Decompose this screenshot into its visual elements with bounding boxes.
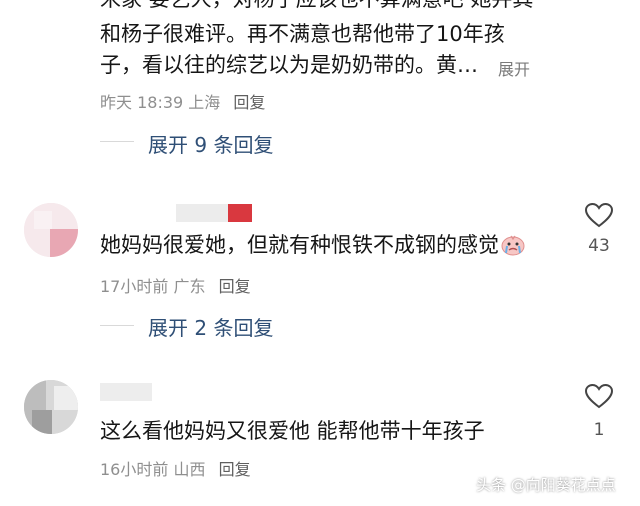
avatar-image-icon — [24, 380, 78, 434]
comment-text-line: 子，看以往的综艺以为是奶奶带的。黄… — [100, 53, 478, 77]
show-more-link[interactable]: 展开 — [498, 56, 530, 80]
divider — [100, 141, 134, 142]
like-heart-icon[interactable] — [584, 383, 614, 413]
comment-meta: 17小时前 广东 回复 — [100, 273, 251, 297]
comment-meta: 昨天 18:39 上海 回复 — [100, 89, 265, 113]
crying-face-icon — [501, 234, 525, 263]
comment-location: 山西 — [173, 460, 206, 479]
username-blurred[interactable] — [100, 383, 152, 401]
reply-button[interactable]: 回复 — [219, 277, 251, 296]
comment-meta: 16小时前 山西 回复 — [100, 456, 251, 480]
avatar-image-icon — [24, 203, 78, 257]
like-heart-icon[interactable] — [584, 202, 614, 232]
watermark: 头条 @向阳葵花点点 — [476, 476, 616, 494]
comment-time: 17小时前 — [100, 277, 169, 296]
comment-time: 16小时前 — [100, 460, 169, 479]
divider — [100, 325, 134, 326]
comment-text-partial: 米家 要艺人，对杨子应该也不算满意吧 她并其 — [100, 0, 533, 13]
expand-replies-button[interactable]: 展开 2 条回复 — [148, 312, 273, 341]
expand-replies-button[interactable]: 展开 9 条回复 — [148, 129, 273, 158]
avatar[interactable] — [24, 380, 78, 434]
comment-text-line: 和杨子很难评。再不满意也帮他带了10年孩 — [100, 22, 505, 46]
like-count: 43 — [588, 236, 610, 256]
comment-location: 上海 — [188, 93, 221, 112]
reply-button[interactable]: 回复 — [233, 93, 265, 112]
like-count: 1 — [593, 420, 605, 440]
reply-button[interactable]: 回复 — [219, 460, 251, 479]
username-blurred[interactable] — [176, 204, 256, 226]
avatar[interactable] — [24, 203, 78, 257]
comment-location: 广东 — [173, 277, 206, 296]
comment-text: 这么看他妈妈又很爱他 能帮他带十年孩子 — [100, 419, 485, 443]
comment-text: 她妈妈很爱她，但就有种恨铁不成钢的感觉 — [100, 232, 525, 263]
comment-text-content: 她妈妈很爱她，但就有种恨铁不成钢的感觉 — [100, 233, 499, 257]
comment-time: 昨天 18:39 — [100, 93, 184, 112]
